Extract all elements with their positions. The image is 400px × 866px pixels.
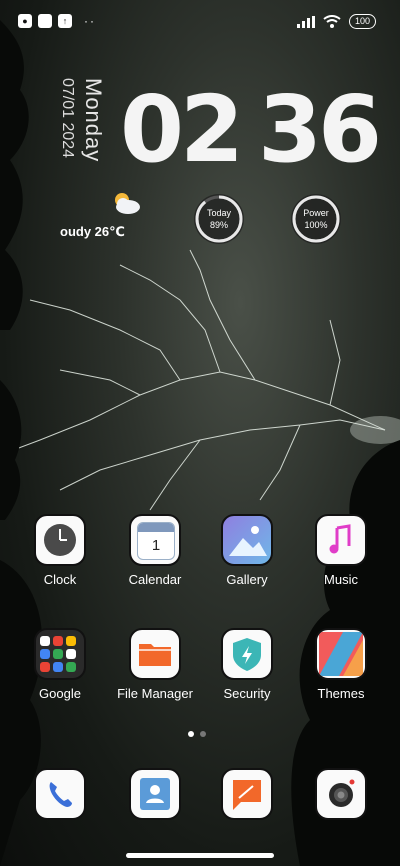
signal-icon: [296, 15, 315, 28]
app-gallery[interactable]: Gallery: [207, 514, 287, 587]
contacts-icon: [129, 768, 181, 820]
today-ring-widget[interactable]: Today 89%: [194, 194, 244, 244]
google-folder-icon: [34, 628, 86, 680]
dock-contacts[interactable]: [115, 768, 195, 820]
app-label: Security: [223, 686, 271, 701]
app-label: Music: [324, 572, 358, 587]
page-indicator[interactable]: [188, 731, 218, 739]
date-widget[interactable]: Monday 07/01 2024: [46, 78, 106, 198]
messages-icon: [221, 768, 273, 820]
folder-icon: [129, 628, 181, 680]
music-icon: [315, 514, 367, 566]
system-icons: 100: [296, 14, 376, 29]
wifi-icon: [323, 15, 341, 28]
dock-messages[interactable]: [207, 768, 287, 820]
app-label: Google: [39, 686, 81, 701]
page-dot-1[interactable]: [188, 731, 194, 737]
status-bar: ● ↑ ·· 100: [0, 12, 400, 34]
app-label: Clock: [43, 572, 77, 587]
dock-camera[interactable]: [301, 768, 381, 820]
page-dot-2[interactable]: [200, 731, 206, 737]
app-label: Themes: [317, 686, 365, 701]
app-themes[interactable]: Themes: [301, 628, 381, 701]
gallery-icon: [221, 514, 273, 566]
phone-icon: [34, 768, 86, 820]
clock-icon: [34, 514, 86, 566]
home-indicator[interactable]: [126, 853, 274, 858]
app-label: File Manager: [117, 686, 193, 701]
shield-icon: [221, 628, 273, 680]
partly-cloudy-icon: [115, 193, 140, 214]
today-progress-ring: [195, 195, 243, 243]
app-security[interactable]: Security: [207, 628, 287, 701]
upload-icon: ↑: [58, 14, 72, 28]
dock-phone[interactable]: [20, 768, 100, 820]
app-music[interactable]: Music: [301, 514, 381, 587]
app-clock[interactable]: Clock: [20, 514, 100, 587]
themes-icon: [315, 628, 367, 680]
app-icon: ●: [18, 14, 32, 28]
app-icon: [38, 14, 52, 28]
clock-minute: 36: [258, 76, 382, 183]
power-ring-widget[interactable]: Power 100%: [291, 194, 341, 244]
date-label: 07/01 2024: [59, 78, 76, 159]
app-label: Calendar: [128, 572, 182, 587]
overflow-indicator: ··: [84, 14, 96, 28]
weather-text: oudy 26℃: [60, 224, 125, 239]
app-calendar[interactable]: 1 Calendar: [115, 514, 195, 587]
calendar-day-number: 1: [151, 537, 161, 554]
clock-hour: 02: [120, 76, 244, 183]
clock-widget[interactable]: 02 36: [120, 76, 382, 183]
calendar-icon: 1: [129, 514, 181, 566]
battery-indicator: 100: [348, 14, 376, 29]
notification-area: ● ↑ ··: [18, 14, 96, 28]
camera-icon: [315, 768, 367, 820]
power-progress-ring: [292, 195, 340, 243]
app-file-manager[interactable]: File Manager: [113, 628, 197, 701]
app-google-folder[interactable]: Google: [20, 628, 100, 701]
weather-widget[interactable]: oudy 26℃: [60, 192, 180, 252]
app-label: Gallery: [226, 572, 268, 587]
day-label: Monday: [81, 78, 106, 163]
